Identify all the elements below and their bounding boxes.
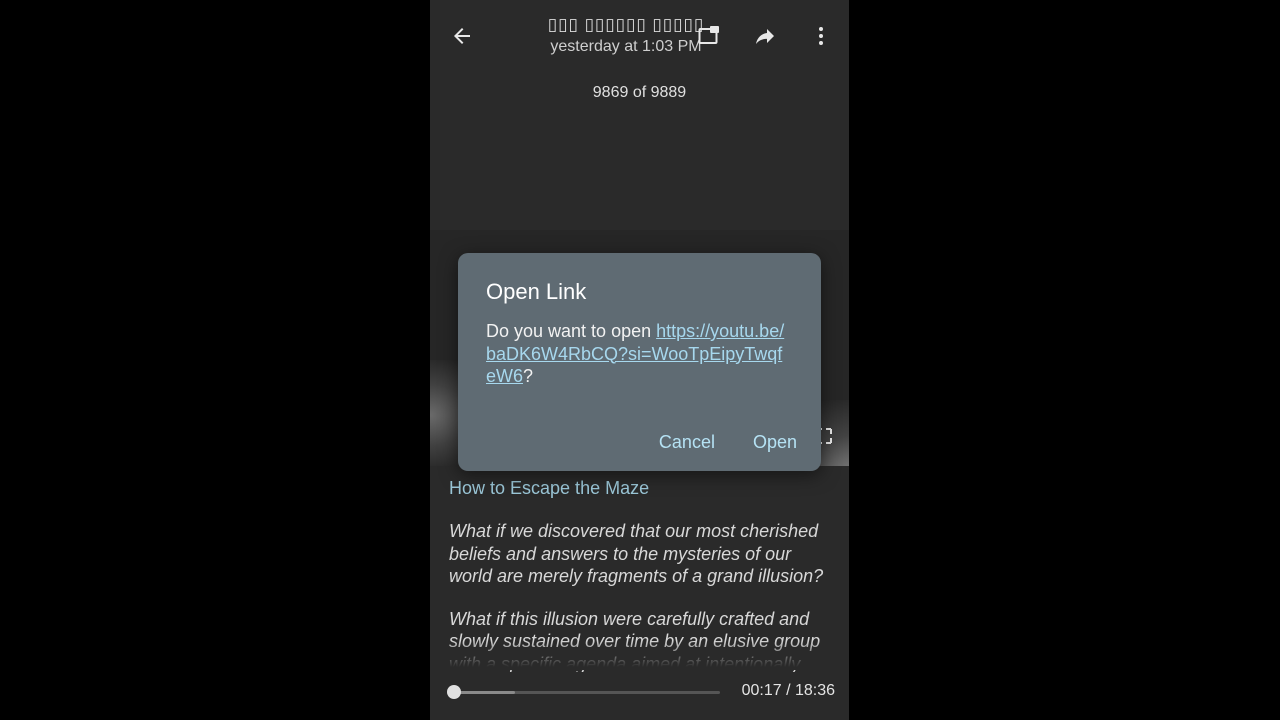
arrow-left-icon	[454, 28, 470, 44]
caption-title: How to Escape the Maze	[449, 478, 650, 498]
caption-fade	[430, 640, 849, 670]
more-vertical-icon	[819, 27, 823, 45]
share-forward-icon	[756, 29, 774, 44]
dialog-title: Open Link	[486, 279, 587, 304]
share-button[interactable]	[745, 16, 785, 56]
phone-screen: ▯▯▯ ▯▯▯▯▯▯ ▯▯▯▯▯ yesterday at 1:03 PM 98…	[430, 0, 849, 720]
top-app-bar: ▯▯▯ ▯▯▯▯▯▯ ▯▯▯▯▯ yesterday at 1:03 PM	[430, 0, 849, 72]
picture-in-picture-icon	[698, 26, 719, 44]
seek-bar-thumb[interactable]	[447, 685, 462, 699]
cancel-button[interactable]: Cancel	[659, 432, 715, 453]
back-button[interactable]	[442, 16, 482, 56]
open-link-dialog: Open Link Do you want to open https://yo…	[458, 253, 821, 471]
media-counter: 9869 of 9889	[592, 84, 687, 101]
dialog-prompt: Do you want to open	[486, 321, 657, 341]
dialog-actions: Cancel Open	[659, 432, 797, 453]
dialog-suffix: ?	[523, 366, 534, 386]
playback-time: 00:17 / 18:36	[741, 682, 835, 699]
open-button[interactable]: Open	[753, 432, 797, 453]
video-player-controls: 00:17 / 18:36	[430, 672, 849, 720]
caption-paragraph: What if we discovered that our most cher…	[449, 521, 824, 586]
dialog-message: Do you want to open https://youtu.be/baD…	[486, 320, 786, 388]
seek-bar[interactable]	[447, 685, 720, 699]
picture-in-picture-button[interactable]	[689, 16, 729, 56]
more-options-button[interactable]	[801, 16, 841, 56]
